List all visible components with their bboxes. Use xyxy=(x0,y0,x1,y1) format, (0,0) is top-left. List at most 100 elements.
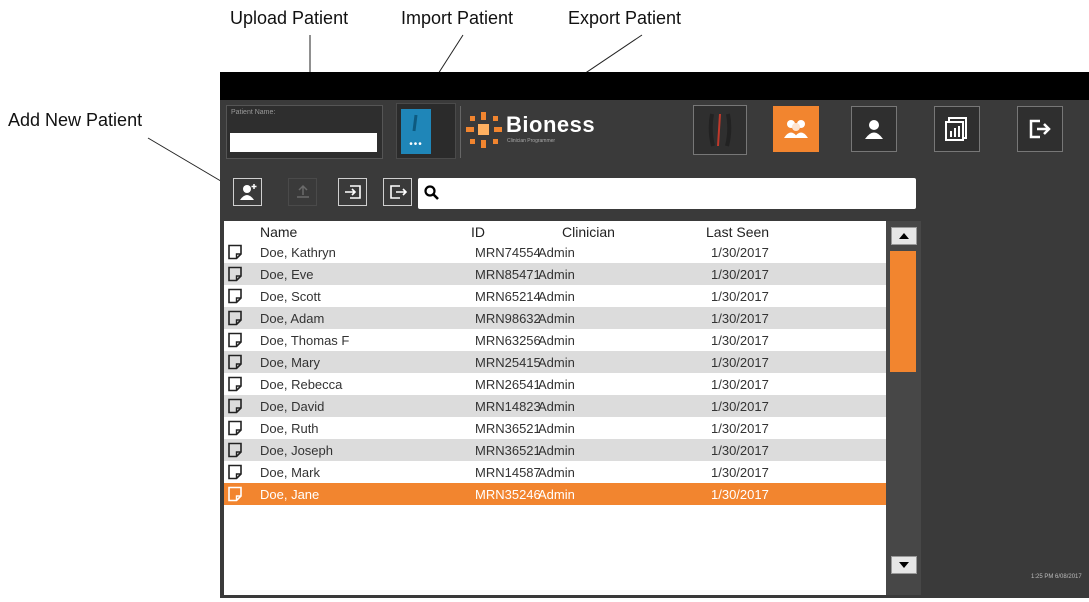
brand-name: Bioness xyxy=(506,112,596,137)
column-header-clinician[interactable]: Clinician xyxy=(562,224,615,240)
import-patient-button[interactable] xyxy=(338,178,367,206)
nav-patients-button[interactable] xyxy=(773,106,819,152)
patient-last-seen-cell: 1/30/2017 xyxy=(711,421,769,436)
export-patient-button[interactable] xyxy=(383,178,412,206)
patient-row[interactable]: Doe, David MRN14823 Admin 1/30/2017 xyxy=(224,395,886,417)
patient-name-cell: Doe, David xyxy=(260,399,325,414)
patient-id-cell: MRN65214 xyxy=(475,289,541,304)
patient-row[interactable]: Doe, Ruth MRN36521 Admin 1/30/2017 xyxy=(224,417,886,439)
scroll-thumb[interactable] xyxy=(890,251,916,372)
patient-clinician-cell: Admin xyxy=(538,399,575,414)
patient-last-seen-cell: 1/30/2017 xyxy=(711,311,769,326)
scroll-up-button[interactable] xyxy=(891,227,917,245)
patient-last-seen-cell: 1/30/2017 xyxy=(711,333,769,348)
document-icon xyxy=(228,266,242,282)
patient-name-cell: Doe, Ruth xyxy=(260,421,319,436)
scroll-down-arrow-icon xyxy=(899,562,909,568)
column-header-name[interactable]: Name xyxy=(260,224,297,240)
patient-id-cell: MRN98632 xyxy=(475,311,541,326)
patient-id-cell: MRN35246 xyxy=(475,487,541,502)
document-icon xyxy=(228,398,242,414)
patient-name-cell: Doe, Mary xyxy=(260,355,320,370)
list-scrollbar[interactable] xyxy=(886,221,921,595)
patient-clinician-cell: Admin xyxy=(538,377,575,392)
patient-id-cell: MRN14587 xyxy=(475,465,541,480)
patient-name-cell: Doe, Rebecca xyxy=(260,377,343,392)
patient-last-seen-cell: 1/30/2017 xyxy=(711,377,769,392)
scroll-down-button[interactable] xyxy=(891,556,917,574)
patient-last-seen-cell: 1/30/2017 xyxy=(711,443,769,458)
export-icon xyxy=(389,185,407,199)
patient-id-cell: MRN36521 xyxy=(475,421,541,436)
upload-icon xyxy=(296,184,309,198)
document-icon xyxy=(228,288,242,304)
document-icon xyxy=(228,332,242,348)
patient-row[interactable]: Doe, Kathryn MRN74554 Admin 1/30/2017 xyxy=(224,241,886,263)
patient-list: Name ID Clinician Last Seen Doe, Kathryn… xyxy=(224,221,886,595)
patient-toolbar xyxy=(220,166,925,216)
patient-row[interactable]: Doe, Joseph MRN36521 Admin 1/30/2017 xyxy=(224,439,886,461)
patient-name-field[interactable] xyxy=(230,133,377,152)
patient-name-cell: Doe, Kathryn xyxy=(260,245,336,260)
column-header-last-seen[interactable]: Last Seen xyxy=(706,224,769,240)
patient-name-cell: Doe, Jane xyxy=(260,487,320,502)
reports-icon xyxy=(945,117,967,141)
logout-icon xyxy=(1029,119,1051,139)
device-dots: ••• xyxy=(409,139,423,150)
patient-clinician-cell: Admin xyxy=(538,421,575,436)
patient-clinician-cell: Admin xyxy=(538,245,575,260)
patient-row[interactable]: Doe, Eve MRN85471 Admin 1/30/2017 xyxy=(224,263,886,285)
patient-last-seen-cell: 1/30/2017 xyxy=(711,355,769,370)
nav-user-button[interactable] xyxy=(851,106,897,152)
patient-name-panel: Patient Name: xyxy=(226,105,383,159)
document-icon xyxy=(228,376,242,392)
patient-name-cell: Doe, Mark xyxy=(260,465,320,480)
patient-clinician-cell: Admin xyxy=(538,311,575,326)
column-header-id[interactable]: ID xyxy=(471,224,485,240)
patient-clinician-cell: Admin xyxy=(538,443,575,458)
patient-row[interactable]: Doe, Mary MRN25415 Admin 1/30/2017 xyxy=(224,351,886,373)
document-icon xyxy=(228,310,242,326)
device-icon xyxy=(412,114,418,132)
patient-id-cell: MRN26541 xyxy=(475,377,541,392)
patient-row[interactable]: Doe, Mark MRN14587 Admin 1/30/2017 xyxy=(224,461,886,483)
patient-row[interactable]: Doe, Rebecca MRN26541 Admin 1/30/2017 xyxy=(224,373,886,395)
patient-clinician-cell: Admin xyxy=(538,487,575,502)
app-header: Patient Name: ••• Bioness Clinician Prog… xyxy=(220,100,1089,164)
patient-clinician-cell: Admin xyxy=(538,289,575,304)
bioness-device-icon xyxy=(708,113,732,147)
device-button[interactable]: ••• xyxy=(396,103,456,159)
scroll-up-arrow-icon xyxy=(899,233,909,239)
patient-last-seen-cell: 1/30/2017 xyxy=(711,399,769,414)
patient-name-cell: Doe, Thomas F xyxy=(260,333,350,348)
document-icon xyxy=(228,486,242,502)
patient-clinician-cell: Admin xyxy=(538,355,575,370)
patient-search-input[interactable] xyxy=(418,178,916,209)
document-icon xyxy=(228,464,242,480)
nav-logout-button[interactable] xyxy=(1017,106,1063,152)
patient-clinician-cell: Admin xyxy=(538,465,575,480)
patient-row[interactable]: Doe, Jane MRN35246 Admin 1/30/2017 xyxy=(224,483,886,505)
patient-id-cell: MRN63256 xyxy=(475,333,541,348)
patient-last-seen-cell: 1/30/2017 xyxy=(711,267,769,282)
user-icon xyxy=(865,120,883,139)
add-new-patient-button[interactable] xyxy=(233,178,262,206)
search-icon xyxy=(424,185,439,200)
nav-device-button[interactable] xyxy=(693,105,747,155)
bioness-logo: Bioness Clinician Programmer xyxy=(466,110,616,152)
patient-last-seen-cell: 1/30/2017 xyxy=(711,245,769,260)
patient-row[interactable]: Doe, Thomas F MRN63256 Admin 1/30/2017 xyxy=(224,329,886,351)
import-icon xyxy=(344,185,361,199)
bioness-sunburst-icon xyxy=(466,112,502,148)
document-icon xyxy=(228,354,242,370)
patient-name-cell: Doe, Joseph xyxy=(260,443,333,458)
patients-icon xyxy=(784,120,808,138)
patient-name-cell: Doe, Adam xyxy=(260,311,325,326)
patient-row[interactable]: Doe, Adam MRN98632 Admin 1/30/2017 xyxy=(224,307,886,329)
patient-row[interactable]: Doe, Scott MRN65214 Admin 1/30/2017 xyxy=(224,285,886,307)
patient-list-header: Name ID Clinician Last Seen xyxy=(224,221,886,241)
patient-id-cell: MRN74554 xyxy=(475,245,541,260)
nav-reports-button[interactable] xyxy=(934,106,980,152)
upload-patient-button[interactable] xyxy=(288,178,317,206)
patient-id-cell: MRN25415 xyxy=(475,355,541,370)
